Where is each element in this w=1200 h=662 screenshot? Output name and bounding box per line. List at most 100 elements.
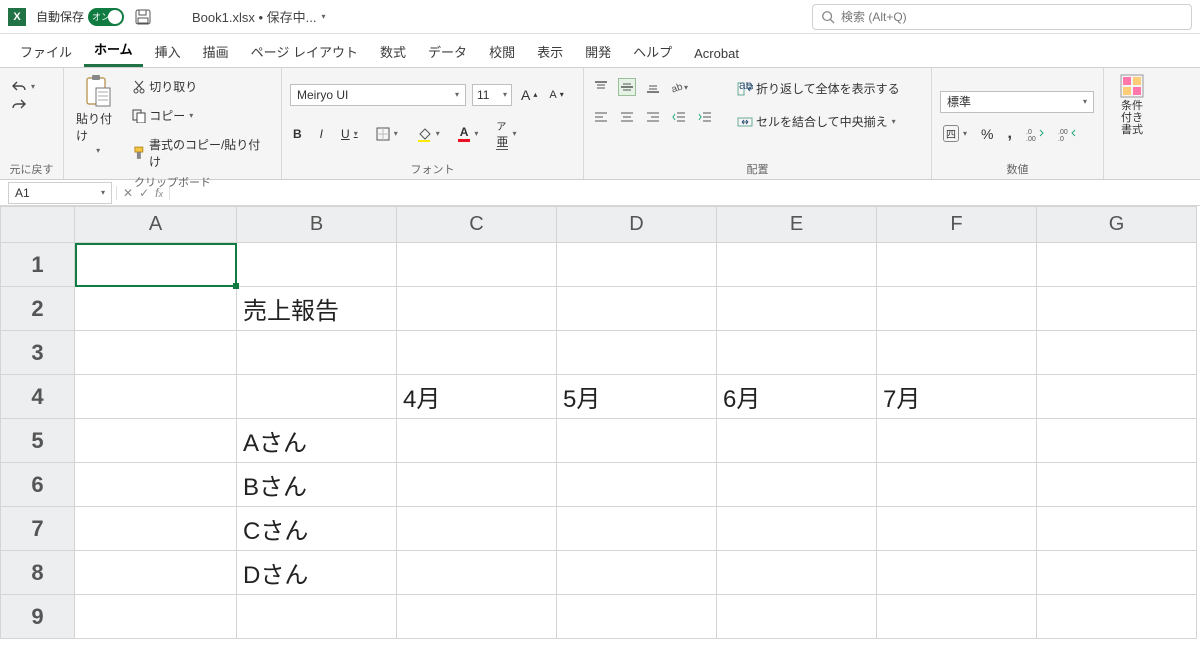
tab-data[interactable]: データ [418,38,477,67]
tab-developer[interactable]: 開発 [575,38,621,67]
increase-font-button[interactable]: A▴ [518,85,540,105]
cell-A5[interactable] [75,419,237,463]
cell-C7[interactable] [397,507,557,551]
cell-C3[interactable] [397,331,557,375]
row-7[interactable]: 7 Cさん [1,507,1197,551]
cell-A2[interactable] [75,287,237,331]
cell-C1[interactable] [397,243,557,287]
cell-G7[interactable] [1037,507,1197,551]
font-color-button[interactable]: A▾ [455,123,482,144]
align-center-icon[interactable] [618,108,636,126]
cell-D2[interactable] [557,287,717,331]
cell-G8[interactable] [1037,551,1197,595]
cell-F1[interactable] [877,243,1037,287]
col-header-C[interactable]: C [397,207,557,243]
cell-B9[interactable] [237,595,397,639]
cell-E5[interactable] [717,419,877,463]
increase-decimal-button[interactable]: .0.00 [1023,125,1047,143]
accounting-format-button[interactable]: 四▾ [940,123,970,144]
cell-A4[interactable] [75,375,237,419]
col-header-B[interactable]: B [237,207,397,243]
conditional-format-button[interactable]: 条件付き書式 [1112,72,1152,138]
align-bottom-icon[interactable] [644,78,662,96]
col-header-A[interactable]: A [75,207,237,243]
merge-center-button[interactable]: セルを結合して中央揃え▾ [734,111,903,132]
tab-page-layout[interactable]: ページ レイアウト [241,38,368,67]
row-9[interactable]: 9 [1,595,1197,639]
cell-F4[interactable]: 7月 [877,375,1037,419]
format-painter-button[interactable]: 書式のコピー/貼り付け [129,134,273,172]
save-icon[interactable] [134,8,152,26]
decrease-decimal-button[interactable]: .00.0 [1055,125,1079,143]
tab-draw[interactable]: 描画 [193,38,239,67]
tab-file[interactable]: ファイル [10,38,82,67]
cell-E7[interactable] [717,507,877,551]
row-header-4[interactable]: 4 [1,375,75,419]
row-header-2[interactable]: 2 [1,287,75,331]
row-2[interactable]: 2 売上報告 [1,287,1197,331]
autosave[interactable]: 自動保存 オン [36,8,124,26]
cell-D4[interactable]: 5月 [557,375,717,419]
cell-F2[interactable] [877,287,1037,331]
number-format-picker[interactable]: 標準▾ [940,91,1094,113]
cell-F5[interactable] [877,419,1037,463]
cell-A1[interactable] [75,243,237,287]
row-header-8[interactable]: 8 [1,551,75,595]
cell-A6[interactable] [75,463,237,507]
cell-E3[interactable] [717,331,877,375]
cell-E8[interactable] [717,551,877,595]
tab-formulas[interactable]: 数式 [370,38,416,67]
comma-button[interactable]: , [1004,123,1014,145]
row-4[interactable]: 4 4月 5月 6月 7月 [1,375,1197,419]
cell-F9[interactable] [877,595,1037,639]
select-all-corner[interactable] [1,207,75,243]
cell-D8[interactable] [557,551,717,595]
cell-C4[interactable]: 4月 [397,375,557,419]
cell-F7[interactable] [877,507,1037,551]
cell-G1[interactable] [1037,243,1197,287]
cell-B7[interactable]: Cさん [237,507,397,551]
row-header-6[interactable]: 6 [1,463,75,507]
phonetic-button[interactable]: ア亜▾ [493,116,519,152]
row-header-5[interactable]: 5 [1,419,75,463]
row-header-3[interactable]: 3 [1,331,75,375]
cell-D3[interactable] [557,331,717,375]
cell-G6[interactable] [1037,463,1197,507]
row-header-9[interactable]: 9 [1,595,75,639]
cell-B5[interactable]: Aさん [237,419,397,463]
cell-B2[interactable]: 売上報告 [237,287,397,331]
worksheet[interactable]: A B C D E F G 1 2 売上報告 3 4 4月 5月 6 [0,206,1200,639]
cell-B3[interactable] [237,331,397,375]
cell-F3[interactable] [877,331,1037,375]
cell-G5[interactable] [1037,419,1197,463]
align-middle-icon[interactable] [618,78,636,96]
decrease-font-button[interactable]: A▾ [546,87,566,103]
cell-D1[interactable] [557,243,717,287]
copy-button[interactable]: コピー▾ [129,105,273,126]
search-input[interactable]: 検索 (Alt+Q) [812,4,1192,30]
cell-B8[interactable]: Dさん [237,551,397,595]
undo-button[interactable]: ▾ [8,78,38,94]
cell-E6[interactable] [717,463,877,507]
tab-home[interactable]: ホーム [84,35,143,67]
col-header-E[interactable]: E [717,207,877,243]
col-header-G[interactable]: G [1037,207,1197,243]
row-6[interactable]: 6 Bさん [1,463,1197,507]
cell-G4[interactable] [1037,375,1197,419]
cell-C2[interactable] [397,287,557,331]
row-3[interactable]: 3 [1,331,1197,375]
cell-A8[interactable] [75,551,237,595]
cell-C8[interactable] [397,551,557,595]
tab-acrobat[interactable]: Acrobat [684,42,749,67]
autosave-toggle[interactable]: オン [88,8,124,26]
cell-E1[interactable] [717,243,877,287]
align-top-icon[interactable] [592,78,610,96]
cell-G9[interactable] [1037,595,1197,639]
cell-B4[interactable] [237,375,397,419]
cell-A3[interactable] [75,331,237,375]
formula-bar[interactable] [170,182,1200,204]
italic-button[interactable]: I [317,125,326,143]
align-right-icon[interactable] [644,108,662,126]
tab-view[interactable]: 表示 [527,38,573,67]
cell-B6[interactable]: Bさん [237,463,397,507]
